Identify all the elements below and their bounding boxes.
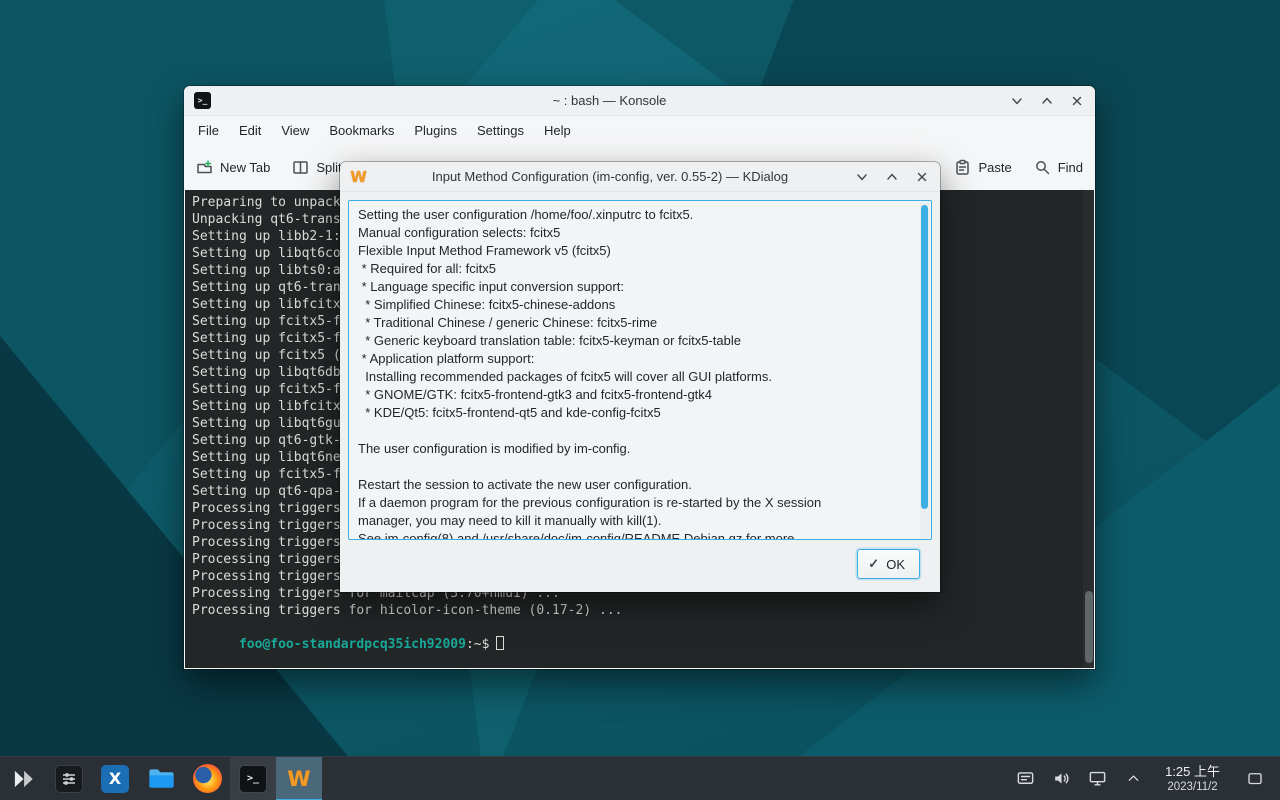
prompt-path: :~$ — [466, 637, 489, 652]
dialog-text-line: Manual configuration selects: fcitx5 — [358, 224, 922, 242]
blue-x-app-icon: X — [101, 765, 129, 793]
konsole-minimize-button[interactable] — [1008, 92, 1025, 109]
close-icon — [1071, 95, 1083, 107]
dialog-text-line: * Language specific input conversion sup… — [358, 278, 922, 296]
im-config-icon: W — [350, 168, 367, 185]
notifications-icon — [1016, 769, 1035, 788]
konsole-window-title: ~ : bash — Konsole — [224, 93, 995, 108]
split-view-icon — [292, 159, 309, 176]
dialog-text-line: Installing recommended packages of fcitx… — [358, 368, 922, 386]
menu-item[interactable]: Plugins — [404, 123, 467, 138]
menu-item[interactable]: File — [188, 123, 229, 138]
dialog-text-line: * Application platform support: — [358, 350, 922, 368]
taskbar: X >_ W — [0, 756, 1280, 800]
taskbar-app-blue-x[interactable]: X — [92, 757, 138, 800]
dialog-text-line: See im-config(8) and /usr/share/doc/im-c… — [358, 530, 922, 540]
new-tab-button[interactable]: New Tab — [196, 159, 270, 176]
show-desktop-button[interactable] — [1242, 764, 1268, 794]
menu-item[interactable]: Help — [534, 123, 581, 138]
new-tab-label: New Tab — [220, 160, 270, 175]
dialog-text-line: * Simplified Chinese: fcitx5-chinese-add… — [358, 296, 922, 314]
dialog-text-line — [358, 422, 922, 440]
display-tray-button[interactable] — [1087, 769, 1107, 789]
menu-item[interactable]: View — [271, 123, 319, 138]
dialog-text-line: Setting the user configuration /home/foo… — [358, 206, 922, 224]
kdialog-maximize-button[interactable] — [883, 168, 900, 185]
dialog-text-line: * KDE/Qt5: fcitx5-frontend-qt5 and kde-c… — [358, 404, 922, 422]
kdialog-window-title: Input Method Configuration (im-config, v… — [380, 169, 840, 184]
konsole-menubar: FileEditViewBookmarksPluginsSettingsHelp — [184, 116, 1095, 145]
konsole-titlebar[interactable]: >_ ~ : bash — Konsole — [184, 86, 1095, 116]
kdialog-titlebar[interactable]: W Input Method Configuration (im-config,… — [340, 162, 940, 192]
im-config-icon: W — [287, 767, 310, 791]
menu-item[interactable]: Settings — [467, 123, 534, 138]
check-icon: ✓ — [868, 556, 879, 572]
terminal-prompt-line: foo@foo-standardpcq35ich92009:~$ — [192, 619, 1094, 636]
chevron-up-icon — [1125, 770, 1142, 787]
show-desktop-icon — [1246, 770, 1264, 788]
tray-expander-button[interactable] — [1123, 769, 1143, 789]
konsole-maximize-button[interactable] — [1038, 92, 1055, 109]
kdialog-close-button[interactable] — [913, 168, 930, 185]
notifications-tray-button[interactable] — [1015, 769, 1035, 789]
dialog-text-line: * Traditional Chinese / generic Chinese:… — [358, 314, 922, 332]
dialog-text-line: manager, you may need to kill it manuall… — [358, 512, 922, 530]
firefox-icon — [193, 764, 222, 793]
paste-icon — [954, 159, 971, 176]
sliders-icon — [55, 765, 83, 793]
menu-item[interactable]: Edit — [229, 123, 271, 138]
taskbar-app-sliders[interactable] — [46, 757, 92, 800]
close-icon — [916, 171, 928, 183]
clock-date: 2023/11/2 — [1165, 780, 1220, 794]
application-launcher-button[interactable] — [0, 757, 46, 800]
paste-label: Paste — [978, 160, 1011, 175]
terminal-scrollbar-thumb[interactable] — [1085, 591, 1093, 663]
search-icon — [1034, 159, 1051, 176]
terminal-scrollbar[interactable] — [1083, 190, 1094, 668]
dialog-text-line: The user configuration is modified by im… — [358, 440, 922, 458]
taskbar-file-manager[interactable] — [138, 757, 184, 800]
ok-button-label: OK — [886, 557, 905, 572]
dialog-text-line: If a daemon program for the previous con… — [358, 494, 922, 512]
dialog-text-line: * Generic keyboard translation table: fc… — [358, 332, 922, 350]
dialog-scrollbar-thumb[interactable] — [921, 205, 928, 509]
kdialog-minimize-button[interactable] — [853, 168, 870, 185]
kdialog-window: W Input Method Configuration (im-config,… — [340, 162, 940, 592]
digital-clock[interactable]: 1:25 上午 2023/11/2 — [1159, 764, 1226, 794]
terminal-cursor — [496, 636, 504, 650]
display-icon — [1088, 769, 1107, 788]
find-button[interactable]: Find — [1034, 159, 1083, 176]
find-label: Find — [1058, 160, 1083, 175]
taskbar-firefox[interactable] — [184, 757, 230, 800]
folder-icon — [147, 764, 176, 793]
paste-button[interactable]: Paste — [954, 159, 1011, 176]
menu-item[interactable]: Bookmarks — [319, 123, 404, 138]
dialog-text-line — [358, 458, 922, 476]
dialog-text-line: Flexible Input Method Framework v5 (fcit… — [358, 242, 922, 260]
konsole-close-button[interactable] — [1068, 92, 1085, 109]
dialog-text: Setting the user configuration /home/foo… — [358, 206, 922, 540]
chevron-down-icon — [1011, 95, 1023, 107]
volume-tray-button[interactable] — [1051, 769, 1071, 789]
dialog-scrollbar[interactable] — [920, 202, 930, 538]
system-tray: 1:25 上午 2023/11/2 — [1015, 764, 1280, 794]
dialog-text-line: * GNOME/GTK: fcitx5-frontend-gtk3 and fc… — [358, 386, 922, 404]
launcher-icon — [10, 766, 36, 792]
dialog-text-line: * Required for all: fcitx5 — [358, 260, 922, 278]
prompt-user-host: foo@foo-standardpcq35ich92009 — [239, 637, 466, 652]
new-tab-icon — [196, 159, 213, 176]
chevron-up-icon — [1041, 95, 1053, 107]
clock-time: 1:25 上午 — [1165, 764, 1220, 780]
konsole-icon: >_ — [239, 765, 267, 793]
taskbar-konsole-task[interactable]: >_ — [230, 757, 276, 800]
dialog-message-area[interactable]: Setting the user configuration /home/foo… — [348, 200, 932, 540]
dialog-text-line: Restart the session to activate the new … — [358, 476, 922, 494]
volume-icon — [1052, 769, 1071, 788]
ok-button[interactable]: ✓ OK — [857, 549, 920, 579]
chevron-down-icon — [856, 171, 868, 183]
chevron-up-icon — [886, 171, 898, 183]
taskbar-im-config-task[interactable]: W — [276, 757, 322, 800]
konsole-icon: >_ — [194, 92, 211, 109]
terminal-line: Processing triggers for hicolor-icon-the… — [192, 602, 1094, 619]
